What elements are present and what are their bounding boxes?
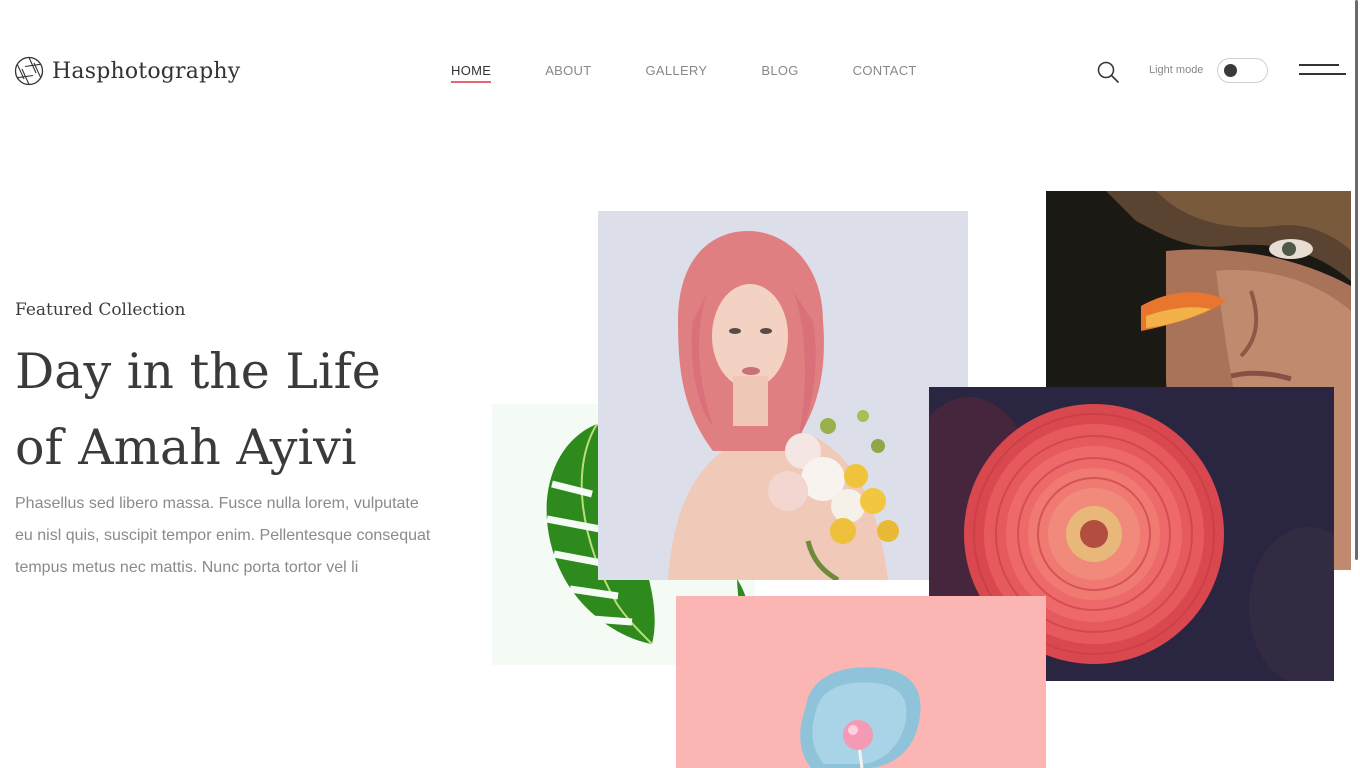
hero-title: Day in the Life of Amah Ayivi [15,334,455,486]
nav-item-about[interactable]: ABOUT [545,63,591,83]
nav-item-blog[interactable]: BLOG [761,63,798,83]
pink-hair-woman-with-flowers-photo[interactable] [598,211,968,580]
light-mode-toggle[interactable] [1217,58,1268,83]
site-header: Hasphotography HOME ABOUT GALLERY BLOG C… [0,0,1360,140]
hamburger-menu-line [1299,73,1346,75]
hero-title-line-1: Day in the Life [15,343,381,400]
menu-button[interactable] [1299,62,1346,80]
hamburger-menu-icon [1299,64,1339,66]
lollipop-on-blue-dish-photo[interactable] [676,596,1046,768]
hero-subtitle: Featured Collection [15,300,186,320]
aperture-icon [14,56,44,86]
search-button[interactable] [1096,60,1120,84]
main-nav: HOME ABOUT GALLERY BLOG CONTACT [451,63,917,83]
light-mode-label: Light mode [1149,64,1204,76]
brand-name: Hasphotography [52,58,241,84]
nav-item-contact[interactable]: CONTACT [853,63,917,83]
toggle-knob [1224,64,1237,77]
site-logo[interactable]: Hasphotography [14,56,240,86]
nav-item-home[interactable]: HOME [451,63,492,83]
nav-item-gallery[interactable]: GALLERY [646,63,708,83]
page-scrollbar[interactable] [1355,0,1358,560]
hero-title-line-2: of Amah Ayivi [15,419,357,476]
search-icon [1097,61,1119,83]
hero-description: Phasellus sed libero massa. Fusce nulla … [15,495,431,576]
